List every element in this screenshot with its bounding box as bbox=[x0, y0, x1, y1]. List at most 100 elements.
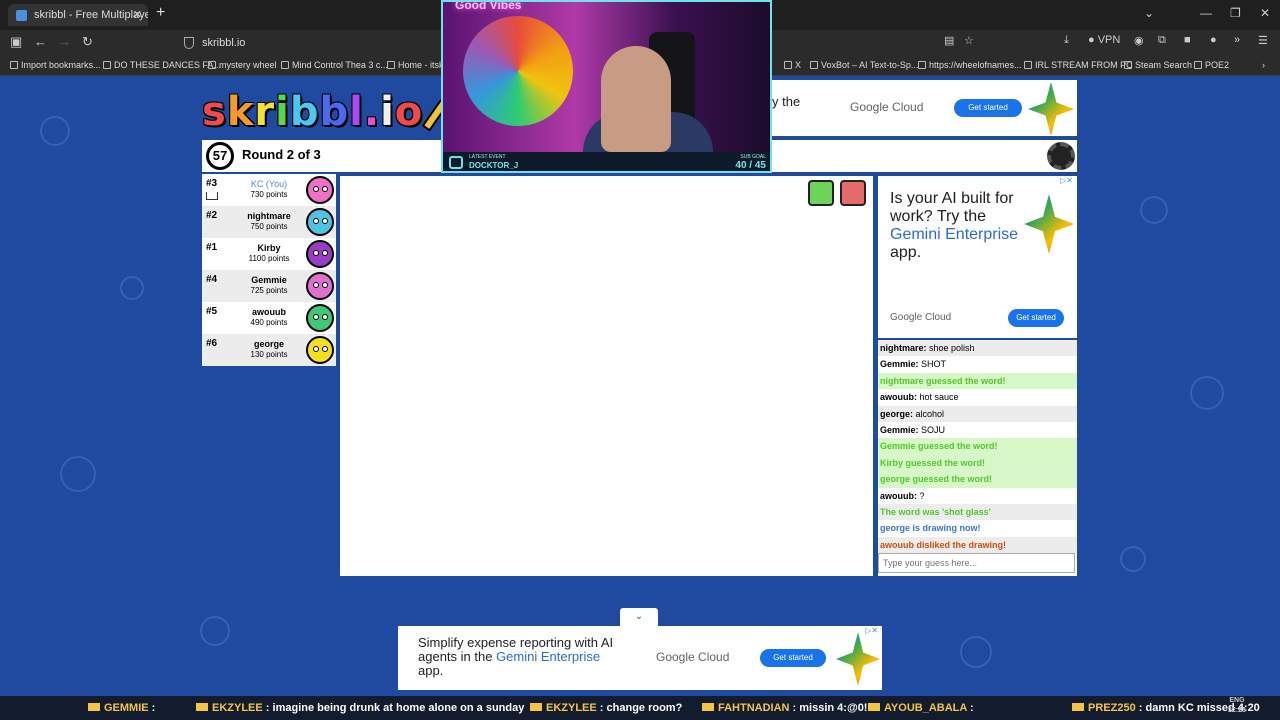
player-name: nightmare bbox=[247, 211, 291, 221]
bookmark-item[interactable]: Import bookmarks... bbox=[10, 60, 101, 70]
bookmark-label: Home - itsk bbox=[398, 60, 444, 70]
bookmark-label: https://wheelofnames... bbox=[929, 60, 1022, 70]
close-window-icon[interactable]: ✕ bbox=[1260, 6, 1270, 20]
ad-banner-top[interactable]: y the Google Cloud Get started bbox=[772, 80, 1077, 136]
google-cloud-logo: Google Cloud bbox=[850, 100, 924, 114]
thumbs-up-icon[interactable] bbox=[808, 180, 834, 206]
maximize-icon[interactable]: ❐ bbox=[1230, 6, 1241, 20]
bookmark-star-icon[interactable]: ☆ bbox=[964, 34, 974, 47]
ticker-username: AYOUB_ABALA bbox=[884, 702, 967, 714]
ticker-text: imagine being drunk at home alone on a s… bbox=[272, 702, 525, 714]
forward-icon[interactable]: → bbox=[58, 34, 71, 49]
tab-list-chevron-icon[interactable]: ⌄ bbox=[1144, 6, 1154, 20]
get-started-button[interactable]: Get started bbox=[954, 99, 1022, 117]
ad-choices-icon[interactable]: ▷✕ bbox=[1060, 176, 1073, 185]
minimize-icon[interactable]: — bbox=[1200, 6, 1212, 20]
player-row[interactable]: #2 nightmare 750 points bbox=[202, 206, 336, 238]
player-row[interactable]: #1 Kirby 1100 points bbox=[202, 238, 336, 270]
chat-message: george: alcohol bbox=[878, 405, 1077, 422]
ad-right-headline: Is your AI built for work? Try the Gemin… bbox=[890, 190, 1020, 262]
stream-chat-ticker: GEMMIE : EKZYLEE : imagine being drunk a… bbox=[0, 696, 1280, 720]
chat-message: Gemmie guessed the word! bbox=[878, 438, 1077, 455]
round-indicator: Round 2 of 3 bbox=[242, 147, 321, 162]
ad-headline-text: app. bbox=[890, 244, 922, 261]
profile-icon[interactable]: ● bbox=[1210, 34, 1217, 46]
player-row[interactable]: #3 KC (You) 730 points bbox=[202, 174, 336, 206]
player-rank: #5 bbox=[206, 306, 218, 317]
chat-text: awouub disliked the drawing! bbox=[880, 539, 1007, 550]
player-avatar bbox=[306, 208, 334, 236]
get-started-button[interactable]: Get started bbox=[1008, 309, 1064, 327]
streamer bbox=[601, 46, 671, 152]
ad-choices-icon[interactable]: ▷✕ bbox=[865, 626, 878, 635]
chat-message: nightmare guessed the word! bbox=[878, 372, 1077, 390]
ticker-message: FAHTNADIAN : missin 4:@0! bbox=[702, 696, 867, 720]
chat-username: awouub: bbox=[880, 392, 917, 403]
gemini-spark-icon bbox=[1024, 194, 1074, 254]
account-icon[interactable]: ◉ bbox=[1134, 34, 1144, 47]
bookmark-item[interactable]: mystery wheel bbox=[208, 60, 277, 70]
bookmark-item[interactable]: https://wheelofnames... bbox=[918, 60, 1022, 70]
player-points: 130 points bbox=[250, 350, 288, 359]
bookmark-item[interactable]: DO THESE DANCES FA... bbox=[103, 60, 221, 70]
more-bookmarks-icon[interactable]: › bbox=[1262, 60, 1265, 70]
browser-tab[interactable]: skribbl - Free Multiplayer Drawi ✕ bbox=[8, 4, 148, 26]
more-tools-icon[interactable]: » bbox=[1234, 34, 1240, 46]
lang-indicator: ENG bbox=[1229, 697, 1245, 704]
close-tab-icon[interactable]: ✕ bbox=[133, 4, 142, 26]
menu-icon[interactable]: ☰ bbox=[1258, 34, 1268, 47]
back-icon[interactable]: ← bbox=[34, 34, 47, 49]
player-rank: #4 bbox=[206, 274, 218, 285]
skribbl-logo: skribbl.io bbox=[202, 90, 451, 134]
new-tab-icon[interactable]: + bbox=[156, 4, 165, 22]
sidebar-toggle-icon[interactable]: ▣ bbox=[10, 34, 22, 50]
reload-icon[interactable]: ↻ bbox=[82, 34, 93, 50]
bookmark-item[interactable]: Steam Search bbox=[1124, 60, 1192, 70]
shield-icon[interactable] bbox=[184, 37, 194, 49]
clock-time: 22:23 bbox=[1228, 707, 1246, 714]
bookmark-label: X bbox=[795, 60, 802, 70]
voxbot-icon bbox=[810, 61, 818, 69]
bookmark-item[interactable]: IRL STREAM FROM PC bbox=[1024, 60, 1133, 70]
bookmark-item[interactable]: Mind Control Thea 3 c... bbox=[281, 60, 388, 70]
guess-input[interactable] bbox=[878, 553, 1075, 573]
player-row[interactable]: #4 Gemmie 725 points bbox=[202, 270, 336, 302]
folder-icon bbox=[103, 61, 111, 69]
player-avatar bbox=[306, 336, 334, 364]
ticker-username: FAHTNADIAN bbox=[718, 702, 790, 714]
player-points: 725 points bbox=[250, 286, 288, 295]
ticker-username: EKZYLEE bbox=[212, 702, 263, 714]
vpn-button[interactable]: ● VPN bbox=[1088, 34, 1120, 46]
thumbs-down-icon[interactable] bbox=[840, 180, 866, 206]
chat-text: ? bbox=[919, 490, 925, 501]
background-doodle bbox=[200, 616, 230, 646]
chat-text: The word was 'shot glass' bbox=[880, 506, 991, 517]
ad-banner-right[interactable]: ▷✕ Is your AI built for work? Try the Ge… bbox=[878, 176, 1077, 338]
ad-banner-bottom[interactable]: ▷✕ Simplify expense reporting with AI ag… bbox=[398, 626, 882, 690]
gemini-spark-icon bbox=[1028, 82, 1074, 136]
ticker-username: GEMMIE bbox=[104, 702, 149, 714]
collapse-ad-chevron-icon[interactable]: ⌄ bbox=[620, 608, 658, 626]
bookmark-label: Steam Search bbox=[1135, 60, 1193, 70]
bookmark-item[interactable]: VoxBot – AI Text-to-Sp... bbox=[810, 60, 918, 70]
download-icon[interactable]: ⤓ bbox=[1064, 34, 1069, 47]
wheel-favicon-icon bbox=[918, 61, 926, 69]
chat-text: george is drawing now! bbox=[880, 523, 981, 534]
bookmark-item[interactable]: Home - itsk bbox=[387, 60, 444, 70]
extensions-icon[interactable]: ⧉ bbox=[1158, 34, 1166, 47]
system-tray-clock[interactable]: ENG 22:23 bbox=[1228, 696, 1246, 716]
bookmark-item[interactable]: POE2 bbox=[1194, 60, 1229, 70]
player-points: 750 points bbox=[250, 222, 288, 231]
drawing-canvas[interactable] bbox=[340, 176, 873, 576]
player-rank: #1 bbox=[206, 242, 218, 253]
player-row[interactable]: #6 george 130 points bbox=[202, 334, 336, 366]
player-avatar bbox=[306, 240, 334, 268]
crown-icon bbox=[1072, 703, 1084, 711]
reader-view-icon[interactable]: ▤ bbox=[944, 34, 954, 47]
crown-icon bbox=[196, 703, 208, 711]
extension-shield-icon[interactable]: ■ bbox=[1184, 34, 1191, 46]
player-row[interactable]: #5 awouub 490 points bbox=[202, 302, 336, 334]
get-started-button[interactable]: Get started bbox=[760, 649, 826, 667]
bookmark-item[interactable]: X bbox=[784, 60, 801, 70]
settings-gear-icon[interactable] bbox=[1047, 142, 1075, 170]
